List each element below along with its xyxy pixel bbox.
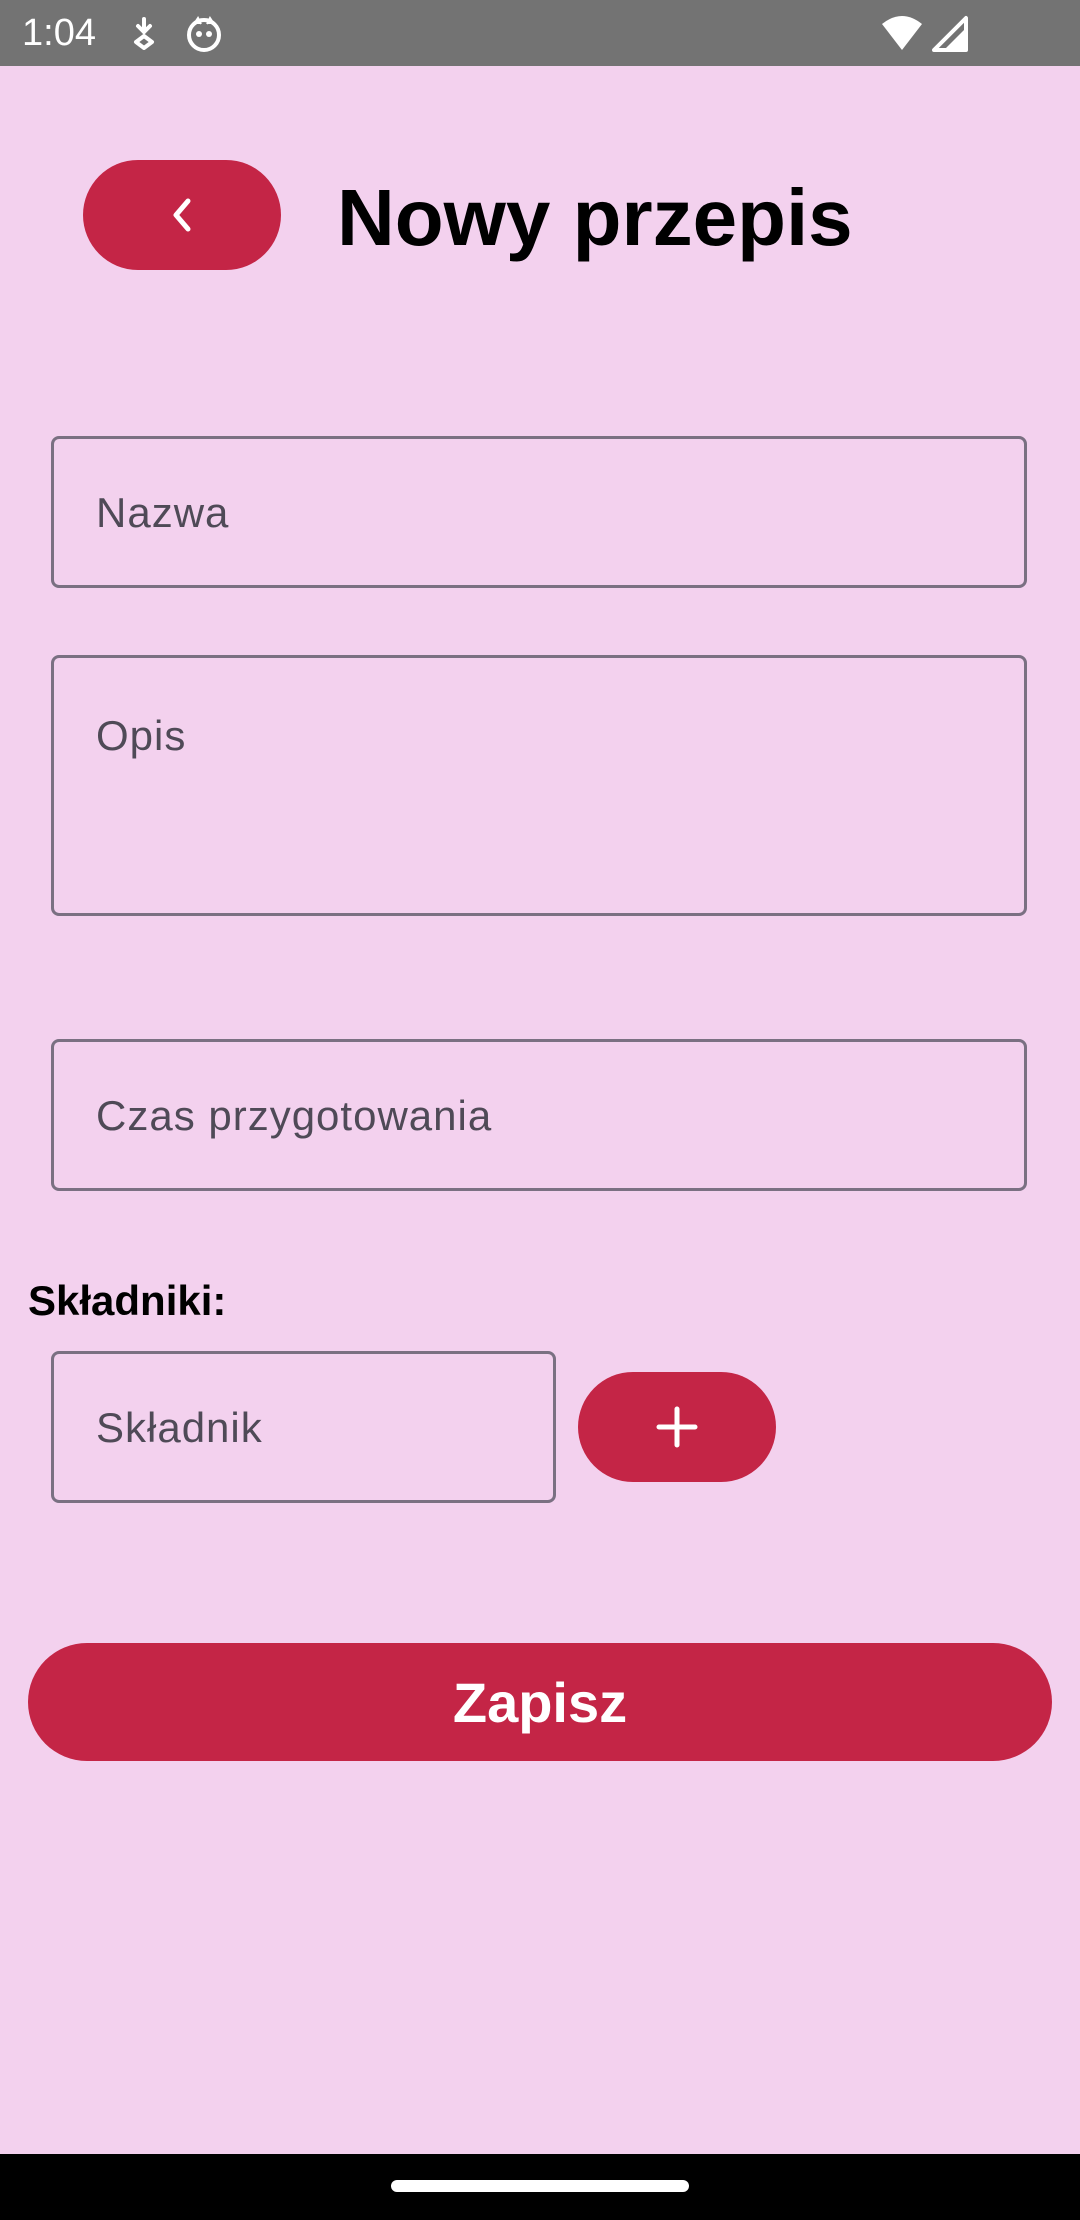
ingredient-field-placeholder: Składnik xyxy=(96,1404,263,1451)
name-field-placeholder: Nazwa xyxy=(96,489,230,536)
signal-icon xyxy=(930,14,970,54)
back-button[interactable] xyxy=(83,160,281,270)
name-field[interactable]: Nazwa xyxy=(51,436,1027,588)
prep-time-field[interactable]: Czas przygotowania xyxy=(51,1039,1027,1191)
ingredient-field[interactable]: Składnik xyxy=(51,1351,556,1503)
page-title: Nowy przepis xyxy=(337,173,853,262)
status-bar: 1:04 xyxy=(0,0,1080,66)
description-field-placeholder: Opis xyxy=(96,712,187,759)
wifi-icon xyxy=(880,14,924,54)
prep-time-field-placeholder: Czas przygotowania xyxy=(96,1092,493,1139)
chevron-left-icon xyxy=(166,195,198,235)
plus-icon xyxy=(655,1405,699,1449)
download-status-icon xyxy=(124,14,164,54)
description-field[interactable]: Opis xyxy=(51,655,1027,916)
save-button[interactable]: Zapisz xyxy=(28,1643,1052,1761)
ingredients-label: Składniki: xyxy=(28,1277,227,1324)
cat-app-icon xyxy=(184,14,224,54)
add-ingredient-button[interactable] xyxy=(578,1372,776,1482)
home-gesture-handle[interactable] xyxy=(391,2180,689,2192)
status-time: 1:04 xyxy=(22,12,96,54)
